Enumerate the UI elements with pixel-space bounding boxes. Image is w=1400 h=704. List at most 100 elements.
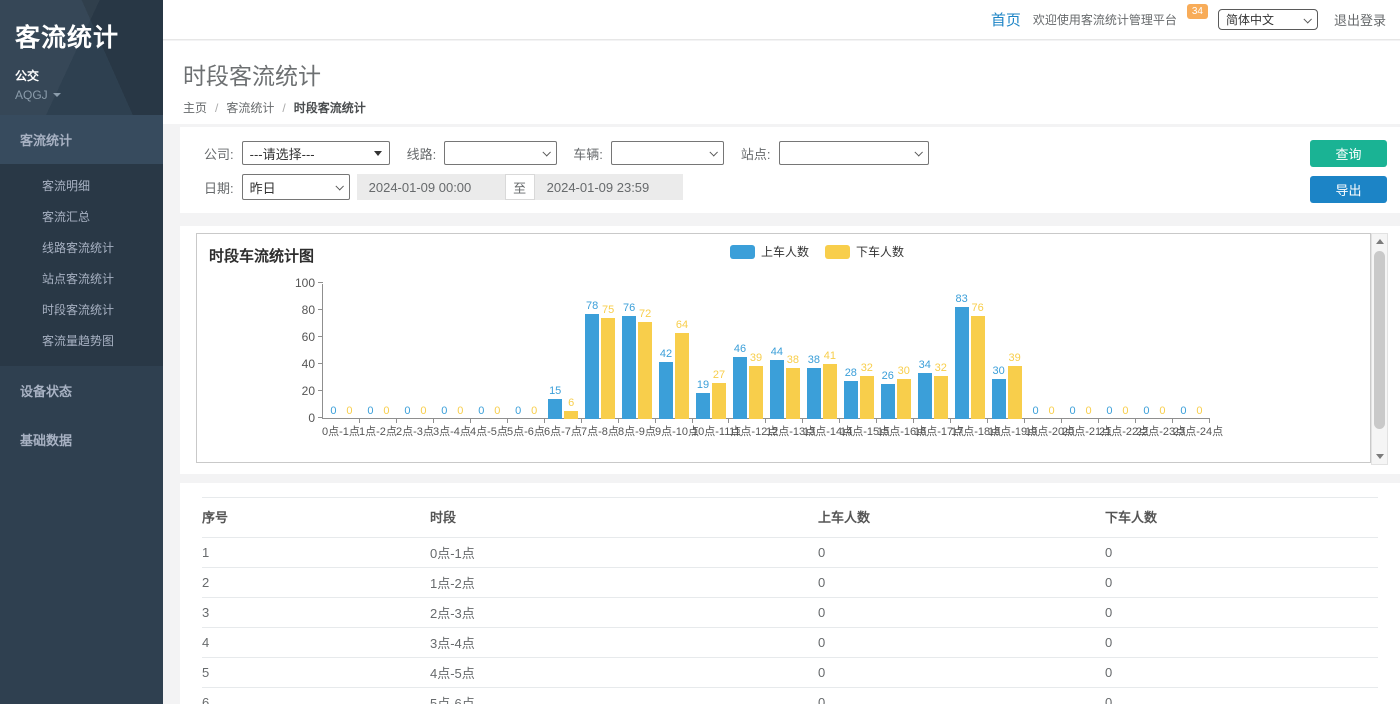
bar-group: 00 [1099,284,1136,419]
table-cell: 4 [202,628,430,658]
chart-plot: 0000000000001567875767242641927463944383… [322,284,1210,419]
bar: 34 [918,373,932,419]
page-heading: 时段客流统计 主页 / 客流统计 / 时段客流统计 [163,41,1400,124]
sidebar-subitem[interactable]: 站点客流统计 [0,263,163,294]
date-preset-select[interactable]: 昨日 [242,174,350,200]
date-end-input[interactable]: 2024-01-09 23:59 [535,174,683,200]
chart-title: 时段车流统计图 [209,245,314,266]
sidebar-item-base-data[interactable]: 基础数据 [0,415,163,464]
bar-group: 00 [1136,284,1173,419]
sidebar-header: 客流统计 公交 AQGJ [0,0,163,115]
table-row: 43点-4点00 [202,628,1378,658]
y-axis-tick [318,309,323,310]
user-dropdown[interactable]: AQGJ [15,88,163,102]
table-cell: 0 [1105,538,1378,568]
table-cell: 1 [202,538,430,568]
sidebar-subitem[interactable]: 时段客流统计 [0,294,163,325]
legend-item[interactable]: 上车人数 [730,243,809,260]
col-header-alighting: 下车人数 [1105,498,1378,538]
sidebar-subitem[interactable]: 线路客流统计 [0,232,163,263]
chart-scrollbar[interactable] [1371,233,1388,465]
table-cell: 0 [818,598,1105,628]
bar-value-label: 0 [367,405,373,417]
triangle-down-icon [374,151,382,156]
table-cell: 3点-4点 [430,628,818,658]
bar-value-label: 46 [734,343,746,355]
bar-group: 3039 [988,284,1025,419]
language-select[interactable]: 简体中文 [1218,9,1318,30]
bar-group: 4264 [656,284,693,419]
y-axis-label: 40 [277,357,315,371]
bar-value-label: 0 [1106,405,1112,417]
breadcrumb-separator: / [215,101,218,115]
bar-value-label: 27 [713,369,725,381]
bar: 41 [823,364,837,419]
breadcrumb-home[interactable]: 主页 [183,99,207,116]
company-select[interactable]: ---请选择--- [242,141,390,165]
legend-label: 上车人数 [761,243,809,260]
table-cell: 1点-2点 [430,568,818,598]
bar: 76 [971,316,985,419]
stats-table: 序号 时段 上车人数 下车人数 10点-1点0021点-2点0032点-3点00… [202,497,1378,704]
sidebar-subitem[interactable]: 客流量趋势图 [0,325,163,356]
bar-group: 00 [434,284,471,419]
vehicle-select[interactable] [611,141,724,165]
export-button[interactable]: 导出 [1310,176,1387,203]
x-axis-label: 21点-22点 [1099,423,1136,439]
bar: 78 [585,314,599,419]
chevron-down-icon [709,148,717,156]
legend-item[interactable]: 下车人数 [825,243,904,260]
x-axis-label: 10点-11点 [692,423,729,439]
table-cell: 0 [818,538,1105,568]
bar-group: 7672 [619,284,656,419]
logout-link[interactable]: 退出登录 [1334,10,1386,29]
bar-group: 00 [471,284,508,419]
query-button[interactable]: 查询 [1310,140,1387,167]
bar: 38 [786,368,800,419]
station-select[interactable] [779,141,929,165]
bar-group: 00 [1173,284,1210,419]
x-axis-label: 2点-3点 [396,423,433,439]
bar-value-label: 0 [1049,405,1055,417]
scroll-up-icon[interactable] [1372,234,1387,249]
line-select[interactable] [444,141,557,165]
breadcrumb-section[interactable]: 客流统计 [226,99,274,116]
bar: 32 [934,376,948,419]
bar-value-label: 0 [494,405,500,417]
bar-group: 00 [1025,284,1062,419]
scroll-down-icon[interactable] [1372,449,1387,464]
date-label: 日期: [204,178,234,197]
org-label: 公交 [15,67,163,84]
bar: 46 [733,357,747,419]
sidebar-subitem[interactable]: 客流明细 [0,170,163,201]
sidebar-item-device-status[interactable]: 设备状态 [0,366,163,415]
x-axis-label: 8点-9点 [618,423,655,439]
station-label: 站点: [741,144,771,163]
x-axis-label: 4点-5点 [470,423,507,439]
bar-group: 8376 [951,284,988,419]
bar-value-label: 34 [919,359,931,371]
sidebar-item-passenger-stats[interactable]: 客流统计 [0,115,163,164]
bar-group: 7875 [582,284,619,419]
table-body: 10点-1点0021点-2点0032点-3点0043点-4点0054点-5点00… [202,538,1378,704]
topbar: 首页 欢迎使用客流统计管理平台 34 简体中文 退出登录 [163,0,1400,40]
legend-label: 下车人数 [856,243,904,260]
x-axis-label: 6点-7点 [544,423,581,439]
sidebar-subitem[interactable]: 客流汇总 [0,201,163,232]
bar: 44 [770,360,784,419]
y-axis-tick [318,336,323,337]
home-link[interactable]: 首页 [991,9,1021,30]
bar: 72 [638,322,652,419]
bar-value-label: 0 [1122,405,1128,417]
bar-group: 00 [1062,284,1099,419]
company-value: ---请选择--- [250,144,315,163]
scrollbar-thumb[interactable] [1374,251,1385,429]
y-axis-tick [318,390,323,391]
bar-value-label: 30 [898,365,910,377]
bar-value-label: 64 [676,319,688,331]
x-axis-label: 14点-15点 [840,423,877,439]
date-start-input[interactable]: 2024-01-09 00:00 [357,174,505,200]
caret-down-icon [53,93,61,97]
bar-value-label: 0 [420,405,426,417]
bar-value-label: 0 [1085,405,1091,417]
